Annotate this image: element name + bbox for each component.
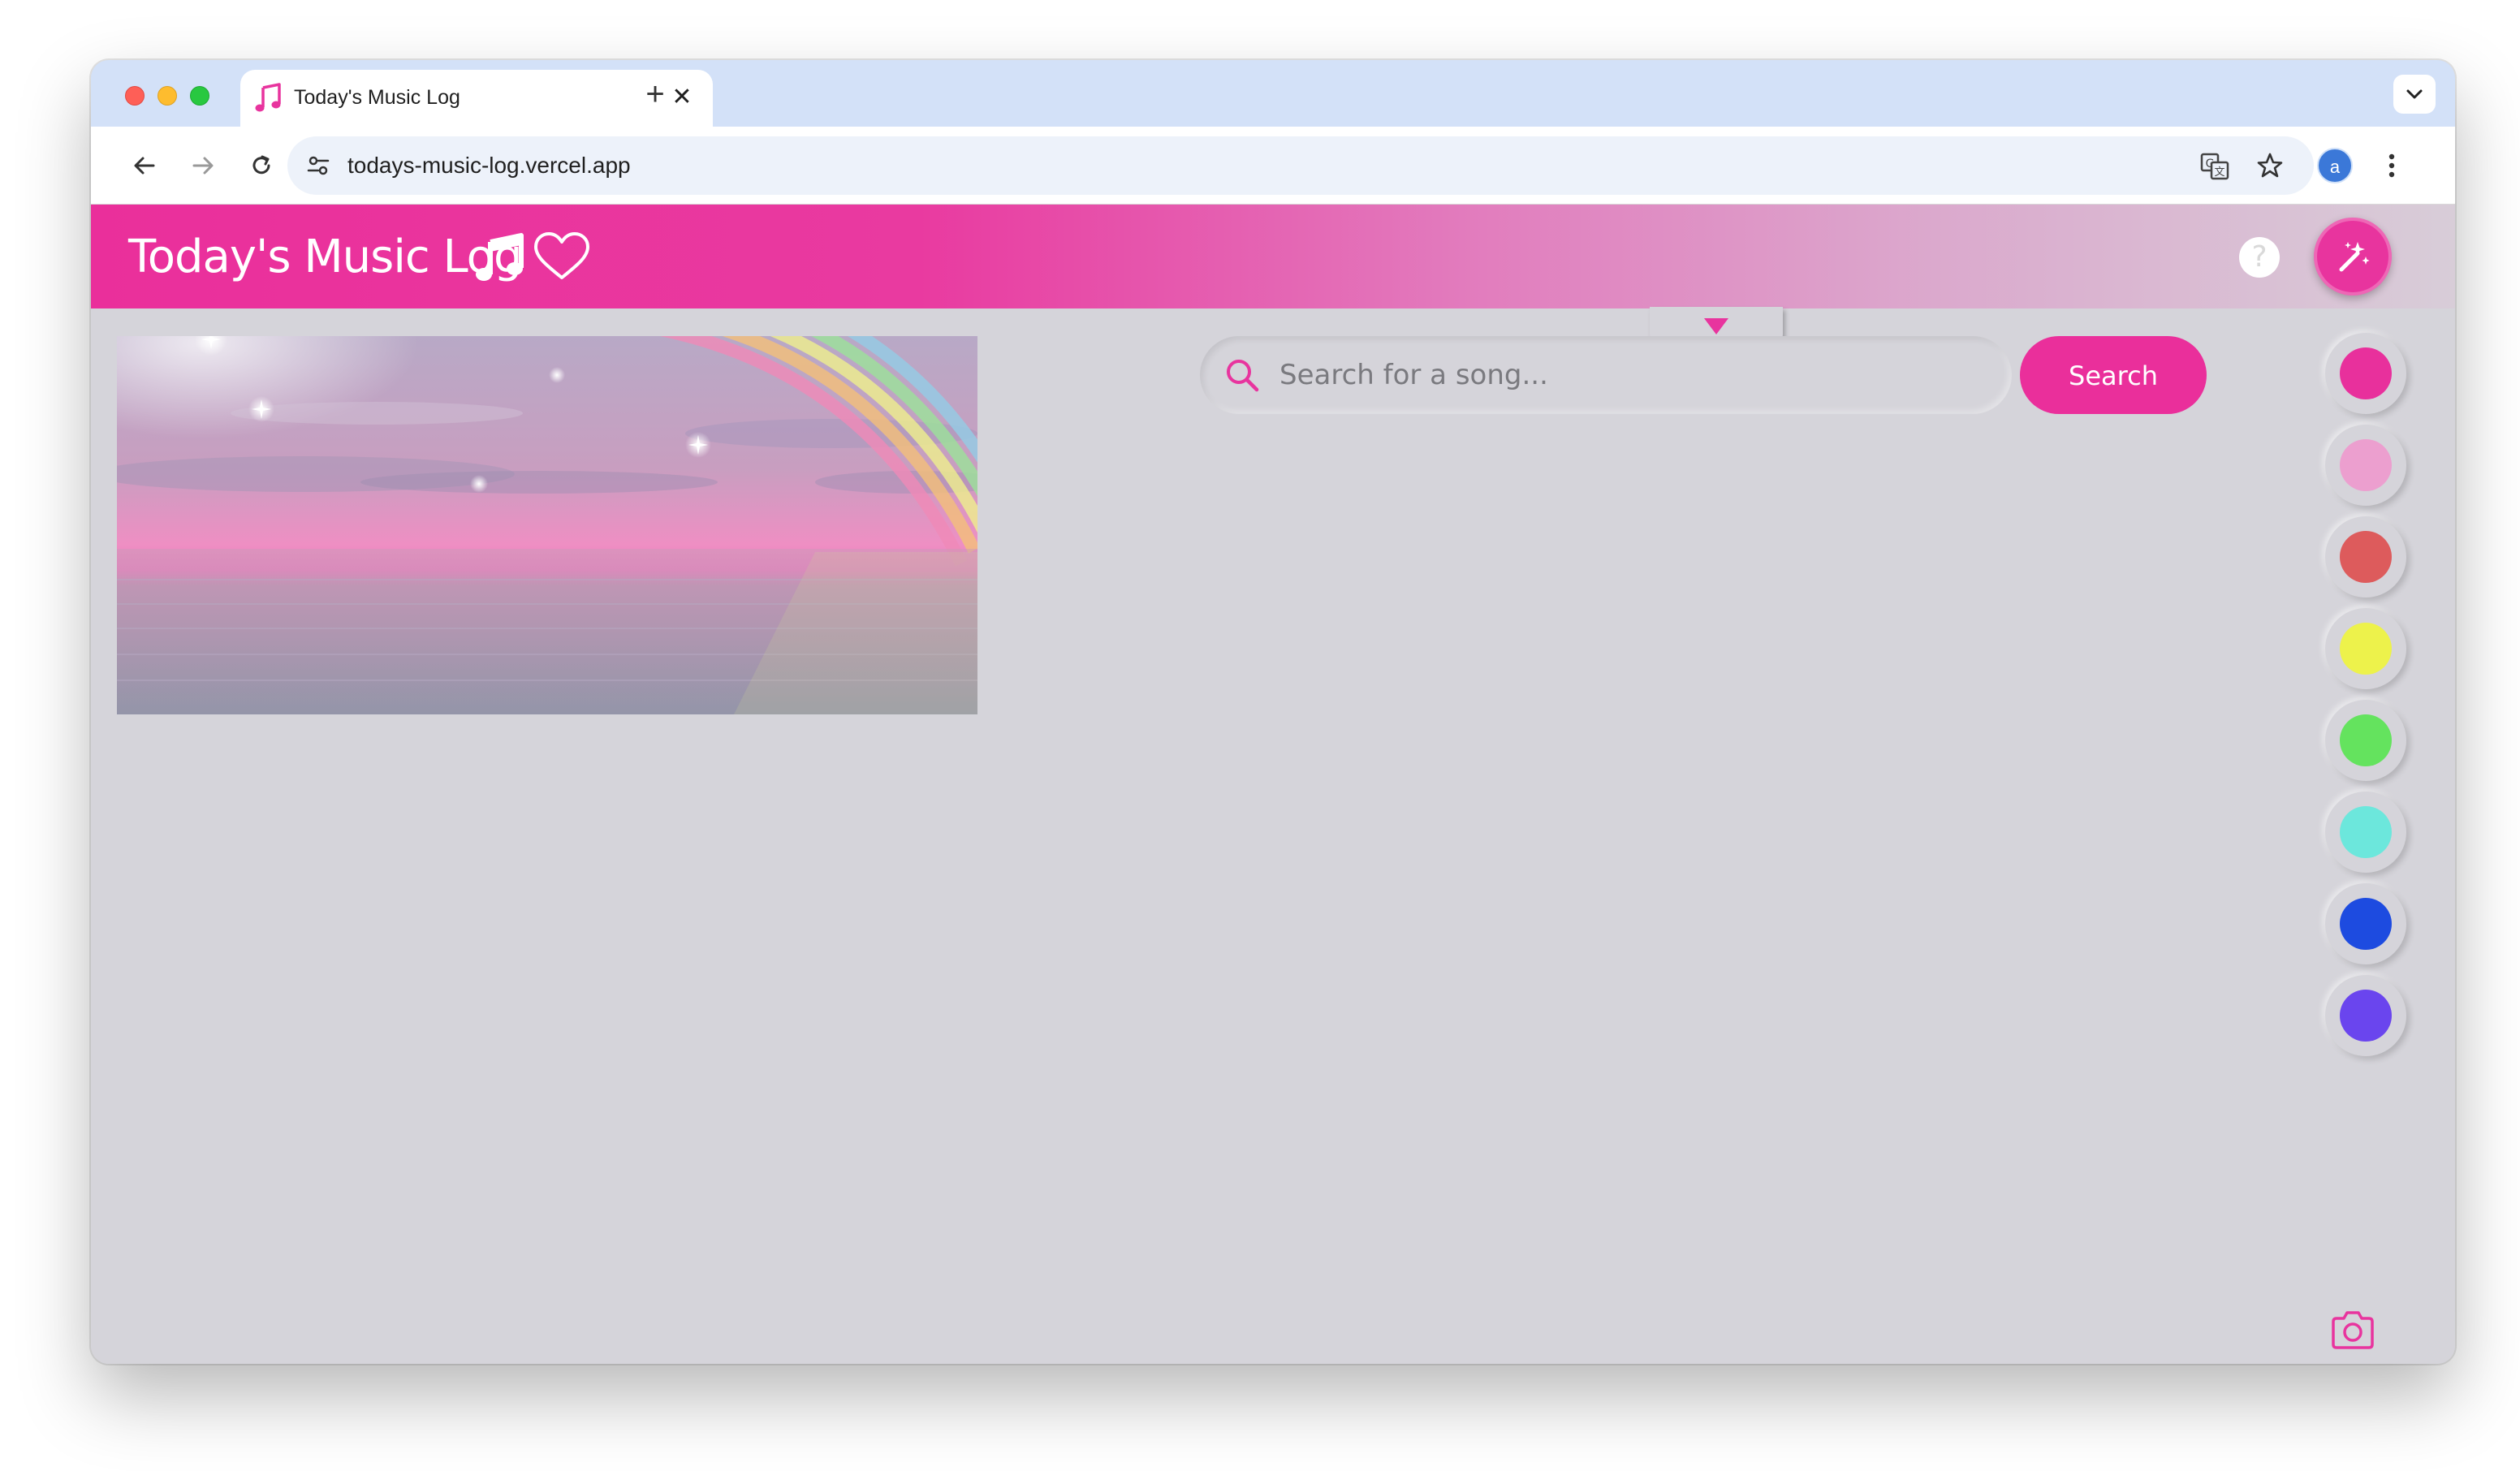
search-input[interactable] xyxy=(1278,354,1976,396)
translate-icon[interactable]: G 文 xyxy=(2195,146,2234,185)
star-icon[interactable] xyxy=(2250,146,2289,185)
color-swatch-dot xyxy=(2340,531,2392,583)
reload-icon[interactable] xyxy=(242,146,281,185)
color-swatch-yellow[interactable] xyxy=(2325,608,2406,689)
arrow-right-icon[interactable] xyxy=(183,146,222,185)
magic-wand-icon xyxy=(2339,242,2370,272)
site-info-icon[interactable] xyxy=(299,146,338,185)
url-text[interactable]: todays-music-log.vercel.app xyxy=(347,153,631,179)
profile-avatar[interactable]: a xyxy=(2317,148,2353,183)
browser-window: Today's Music Log ✕ + todays-music-log.v… xyxy=(91,60,2455,1364)
color-swatch-coral-red[interactable] xyxy=(2325,516,2406,597)
color-swatch-violet[interactable] xyxy=(2325,975,2406,1056)
triangle-down-icon xyxy=(1704,318,1728,334)
title-icons xyxy=(476,232,589,281)
kebab-icon[interactable] xyxy=(2372,146,2411,185)
color-swatch-dot xyxy=(2340,439,2392,491)
color-swatch-aqua[interactable] xyxy=(2325,792,2406,873)
search-icon xyxy=(1227,360,1259,392)
music-note-icon xyxy=(476,233,524,281)
color-swatch-dot xyxy=(2340,990,2392,1042)
minimize-window-button[interactable] xyxy=(158,86,177,106)
color-swatch-light-pink[interactable] xyxy=(2325,425,2406,506)
color-swatch-dot xyxy=(2340,806,2392,858)
main-content: Search xyxy=(91,307,2455,1364)
tab-title: Today's Music Log xyxy=(294,86,460,109)
arrow-left-icon[interactable] xyxy=(125,146,164,185)
browser-toolbar: todays-music-log.vercel.app G 文 a xyxy=(91,127,2455,205)
address-bar[interactable]: todays-music-log.vercel.app G 文 xyxy=(287,136,2314,195)
search-bar xyxy=(1200,336,2012,414)
rainbow-sea-image xyxy=(117,336,977,714)
heart-icon xyxy=(534,232,589,279)
color-swatch-dot xyxy=(2340,623,2392,675)
camera-icon[interactable] xyxy=(2328,1309,2377,1354)
color-swatch-green[interactable] xyxy=(2325,700,2406,781)
app-title: Today's Music Log xyxy=(128,231,522,283)
color-swatch-dot xyxy=(2340,898,2392,950)
color-swatch-dot xyxy=(2340,714,2392,766)
tab-strip: Today's Music Log ✕ + xyxy=(91,60,2455,127)
app-header: Today's Music Log ? xyxy=(91,205,2455,308)
color-swatch-hot-pink[interactable] xyxy=(2325,333,2406,414)
maximize-window-button[interactable] xyxy=(190,86,209,106)
magic-wand-button[interactable] xyxy=(2314,218,2392,295)
plus-icon[interactable]: + xyxy=(635,75,675,115)
search-button[interactable]: Search xyxy=(2020,336,2207,414)
chevron-down-icon[interactable] xyxy=(2393,75,2436,114)
color-swatch-dot xyxy=(2340,347,2392,399)
close-window-button[interactable] xyxy=(125,86,145,106)
color-swatch-blue[interactable] xyxy=(2325,883,2406,964)
svg-text:文: 文 xyxy=(2214,166,2224,179)
help-button[interactable]: ? xyxy=(2239,237,2280,278)
music-note-icon xyxy=(255,83,281,112)
